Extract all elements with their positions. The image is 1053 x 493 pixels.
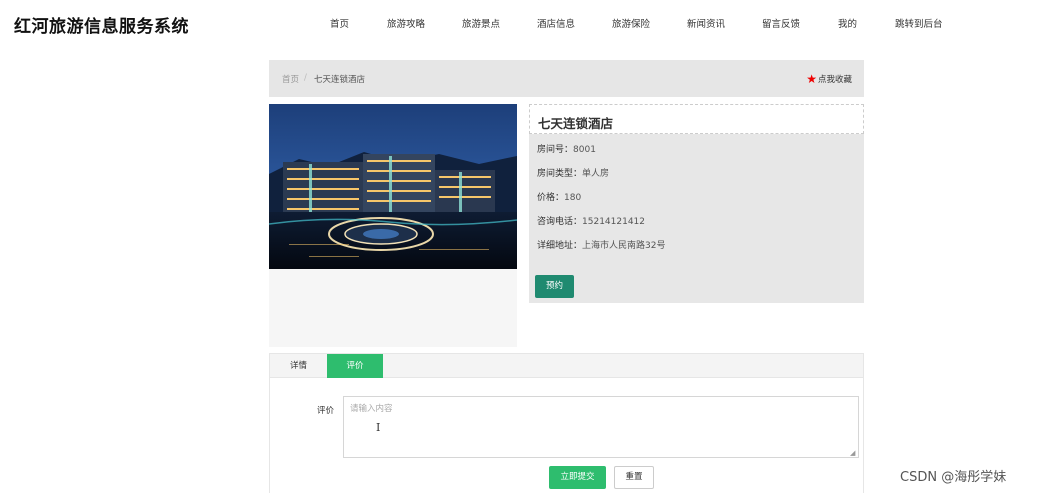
review-textarea[interactable]	[343, 396, 859, 458]
hotel-title-box: 七天连锁酒店	[529, 104, 864, 134]
field-price: 价格：180	[537, 190, 581, 203]
field-label: 咨询电话：	[537, 217, 583, 227]
field-value: 15214121412	[582, 217, 646, 227]
top-navbar: 红河旅游信息服务系统 首页 旅游攻略 旅游景点 酒店信息 旅游保险 新闻资讯 留…	[0, 0, 1053, 46]
breadcrumb-separator: /	[304, 73, 307, 83]
field-label: 价格：	[537, 193, 565, 203]
tabs-container: 详情 评价 评价 ◢ I 立即提交 重置	[269, 353, 864, 493]
watermark: CSDN @海彤学妹	[900, 470, 1007, 485]
favorite-button[interactable]: ★点我收藏	[806, 72, 852, 86]
nav-item-admin[interactable]: 跳转到后台	[895, 16, 943, 30]
breadcrumb-current: 七天连锁酒店	[314, 75, 366, 85]
nav-item-home[interactable]: 首页	[330, 16, 349, 30]
breadcrumb: 首页 / 七天连锁酒店 ★点我收藏	[269, 60, 864, 97]
field-label: 房间号：	[537, 145, 574, 155]
book-button[interactable]: 预约	[535, 275, 574, 298]
hotel-info-panel: 七天连锁酒店 房间号：8001 房间类型：单人房 价格：180 咨询电话：152…	[529, 104, 864, 303]
nav-item-insurance[interactable]: 旅游保险	[612, 16, 650, 30]
tab-details[interactable]: 详情	[270, 354, 327, 378]
main-nav: 首页 旅游攻略 旅游景点 酒店信息 旅游保险 新闻资讯 留言反馈 我的 跳转到后…	[0, 16, 1053, 30]
nav-item-news[interactable]: 新闻资讯	[687, 16, 725, 30]
image-panel	[269, 104, 517, 347]
tabs-bar: 详情 评价	[270, 354, 863, 378]
tab-reviews[interactable]: 评价	[327, 354, 383, 378]
submit-button[interactable]: 立即提交	[549, 466, 606, 489]
field-room-number: 房间号：8001	[537, 142, 596, 155]
field-room-type: 房间类型：单人房	[537, 166, 609, 179]
breadcrumb-home[interactable]: 首页	[282, 73, 299, 85]
resize-grip-icon[interactable]: ◢	[850, 449, 858, 457]
star-icon: ★	[806, 72, 817, 86]
field-phone: 咨询电话：15214121412	[537, 214, 645, 227]
favorite-label: 点我收藏	[817, 75, 852, 85]
field-value: 180	[564, 193, 582, 203]
field-value: 单人房	[582, 169, 610, 179]
hotel-photo	[269, 104, 517, 269]
text-cursor-icon: I	[376, 421, 381, 434]
review-label: 评价	[317, 406, 335, 416]
nav-item-attractions[interactable]: 旅游景点	[462, 16, 500, 30]
field-value: 8001	[573, 145, 596, 155]
field-label: 房间类型：	[537, 169, 583, 179]
nav-item-mine[interactable]: 我的	[838, 16, 857, 30]
hotel-name: 七天连锁酒店	[538, 116, 614, 131]
nav-item-hotels[interactable]: 酒店信息	[537, 16, 575, 30]
nav-item-feedback[interactable]: 留言反馈	[762, 16, 800, 30]
reset-button[interactable]: 重置	[614, 466, 654, 489]
nav-item-travel-guides[interactable]: 旅游攻略	[387, 16, 425, 30]
field-value: 上海市人民南路32号	[582, 241, 666, 251]
field-label: 详细地址：	[537, 241, 583, 251]
field-address: 详细地址：上海市人民南路32号	[537, 238, 665, 251]
